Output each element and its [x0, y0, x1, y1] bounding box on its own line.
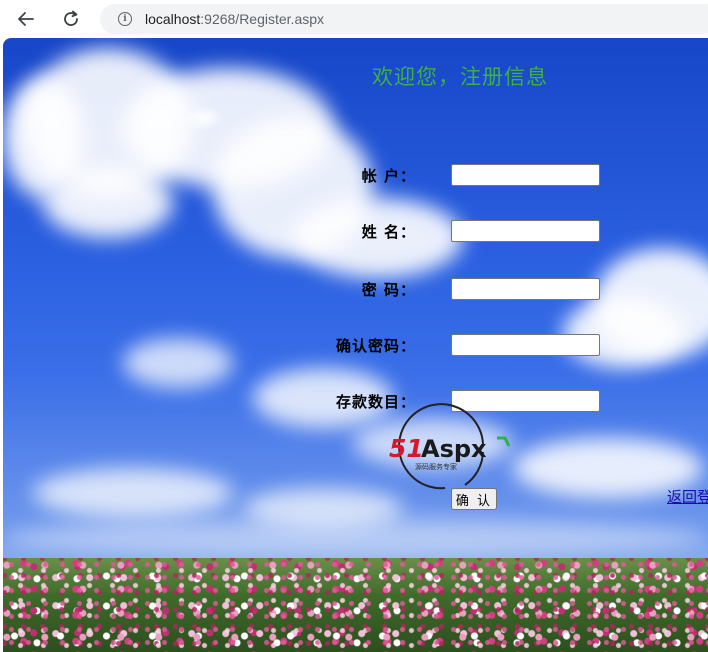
- return-login-link[interactable]: 返回登录: [667, 486, 708, 507]
- confirm-button[interactable]: 确 认: [451, 488, 497, 510]
- info-icon[interactable]: i: [118, 12, 132, 26]
- url-host: localhost: [145, 11, 201, 27]
- confirm-password-input[interactable]: [451, 334, 600, 356]
- url-path: :9268/Register.aspx: [200, 11, 325, 27]
- page-viewport: 欢迎您，注册信息 帐 户： 姓 名： 密 码： 确认密码： 存款数目： 51 A…: [3, 38, 708, 652]
- account-label: 帐 户：: [361, 167, 416, 185]
- password-input[interactable]: [451, 278, 600, 300]
- back-button[interactable]: [12, 5, 40, 33]
- watermark-tagline: 源码服务专家: [415, 462, 457, 471]
- flower-field: [3, 558, 708, 652]
- browser-toolbar: i localhost:9268/Register.aspx: [0, 0, 708, 38]
- address-bar[interactable]: i localhost:9268/Register.aspx: [100, 4, 708, 34]
- url-text[interactable]: localhost:9268/Register.aspx: [145, 11, 324, 27]
- account-input[interactable]: [451, 164, 600, 186]
- name-label: 姓 名：: [361, 223, 416, 241]
- page-title: 欢迎您，注册信息: [372, 65, 548, 89]
- password-label: 密 码：: [361, 281, 416, 299]
- watermark-brand-black: Aspx: [421, 435, 487, 463]
- back-arrow-icon: [18, 12, 34, 26]
- reload-button[interactable]: [57, 5, 85, 33]
- reload-icon: [64, 10, 78, 26]
- watermark-brand-red: 51: [389, 434, 424, 463]
- 51aspx-watermark-logo: 51 Aspx 源码服务专家: [389, 403, 511, 490]
- name-input[interactable]: [451, 220, 600, 242]
- confirm-password-label: 确认密码：: [335, 337, 416, 355]
